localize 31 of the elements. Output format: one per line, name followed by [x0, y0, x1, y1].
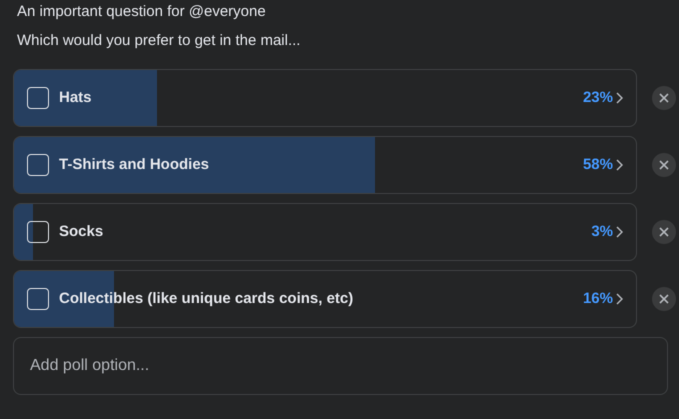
close-icon	[659, 294, 669, 304]
vote-percent: 23%	[582, 88, 613, 108]
vote-percent: 16%	[582, 288, 613, 309]
add-option-field[interactable]: Add poll option...	[13, 337, 668, 395]
vote-percent: 58%	[582, 154, 613, 175]
option-label: Collectibles (like unique cards coins, etc)	[59, 288, 354, 309]
poll-title: An important question for @everyone	[17, 2, 266, 22]
chevron-icon	[616, 226, 623, 238]
poll-option[interactable]: Collectibles (like unique cards coins, etc) 16%	[13, 270, 637, 328]
remove-option-button[interactable]	[652, 220, 676, 244]
poll-question: Which would you prefer to get in the mail...	[17, 31, 300, 51]
close-icon	[659, 93, 669, 103]
poll-option[interactable]: Socks 3%	[13, 203, 637, 261]
remove-option-button[interactable]	[652, 153, 676, 177]
option-label: T-Shirts and Hoodies	[59, 154, 210, 175]
vote-percent: 3%	[591, 222, 613, 242]
chevron-icon	[616, 92, 623, 104]
checkbox[interactable]	[27, 154, 49, 176]
checkbox[interactable]	[27, 288, 49, 310]
checkbox[interactable]	[27, 221, 49, 243]
checkbox[interactable]	[27, 87, 49, 109]
chevron-icon	[616, 159, 623, 171]
poll-option[interactable]: T-Shirts and Hoodies 58%	[13, 136, 637, 194]
close-icon	[659, 227, 669, 237]
chevron-icon	[616, 293, 623, 305]
poll-option[interactable]: Hats 23%	[13, 69, 637, 127]
option-label: Hats	[59, 88, 92, 108]
option-label: Socks	[59, 222, 104, 242]
close-icon	[659, 160, 669, 170]
remove-option-button[interactable]	[652, 287, 676, 311]
remove-option-button[interactable]	[652, 86, 676, 110]
